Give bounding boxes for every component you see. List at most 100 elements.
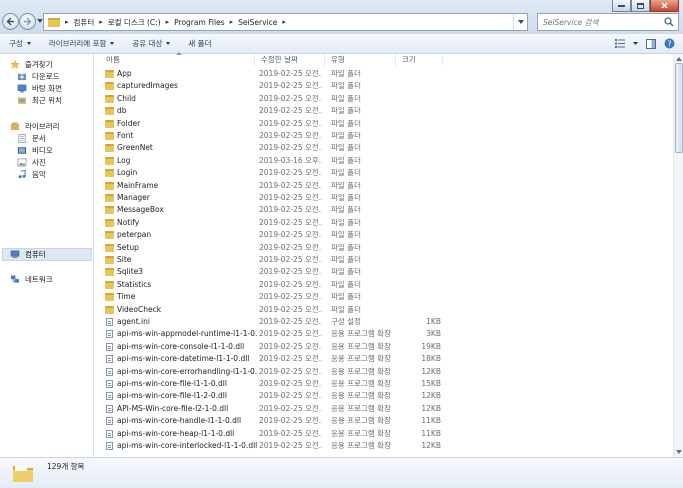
vertical-scrollbar[interactable] (673, 54, 683, 457)
chevron-right-icon[interactable]: ▸ (99, 18, 103, 26)
address-bar[interactable]: ▸ 컴퓨터 ▸ 로컬 디스크 (C:) ▸ Program Files ▸ Se… (43, 13, 528, 31)
breadcrumb-program-files[interactable]: Program Files (174, 18, 225, 27)
column-date-modified[interactable]: 수정한 날짜 (255, 54, 325, 66)
search-box[interactable] (537, 13, 679, 31)
nav-documents[interactable]: 문서 (17, 133, 46, 144)
close-button[interactable] (650, 0, 679, 12)
folder-row[interactable]: capturedImages 2019-02-25 오전... 파일 폴더 (95, 80, 673, 92)
folder-row[interactable]: Font 2019-02-25 오전... 파일 폴더 (95, 130, 673, 142)
view-options-icon[interactable] (615, 39, 625, 48)
forward-button[interactable] (19, 13, 36, 30)
file-row[interactable]: api-ms-win-core-errorhandling-l1-1-0.dll… (95, 366, 673, 378)
folder-row[interactable]: Site 2019-02-25 오전... 파일 폴더 (95, 254, 673, 266)
folder-row[interactable]: db 2019-02-25 오전... 파일 폴더 (95, 105, 673, 117)
nav-favorites[interactable]: 즐겨찾기 (10, 59, 53, 70)
file-name: api-ms-win-core-datetime-l1-1-0.dll (117, 354, 250, 364)
column-size[interactable]: 크기 (396, 54, 443, 66)
minimize-button[interactable] (612, 0, 631, 12)
share-with-button[interactable]: 공유 대상 (123, 34, 179, 53)
nav-libraries[interactable]: 라이브러리 (10, 121, 60, 132)
file-row[interactable]: api-ms-win-core-console-l1-1-0.dll 2019-0… (95, 341, 673, 353)
chevron-right-icon[interactable]: ▸ (65, 18, 69, 26)
file-size (401, 242, 441, 254)
folder-row[interactable]: App 2019-02-25 오전... 파일 폴더 (95, 68, 673, 80)
nav-downloads[interactable]: 다운로드 (17, 71, 60, 82)
nav-downloads-label: 다운로드 (32, 72, 60, 81)
preview-pane-icon[interactable] (646, 38, 656, 49)
folder-row[interactable]: MessageBox 2019-02-25 오전... 파일 폴더 (95, 204, 673, 216)
file-size (401, 204, 441, 216)
nav-videos[interactable]: 비디오 (17, 145, 53, 156)
folder-icon (105, 293, 114, 302)
folder-icon (105, 206, 114, 215)
column-type[interactable]: 유형 (325, 54, 396, 66)
file-type: 파일 폴더 (331, 143, 361, 153)
breadcrumb-local-disk[interactable]: 로컬 디스크 (C:) (108, 17, 161, 28)
nav-desktop[interactable]: 바탕 화면 (17, 83, 62, 94)
help-icon[interactable]: ? (664, 38, 675, 49)
chevron-right-icon[interactable]: ▸ (282, 18, 286, 26)
folder-row[interactable]: Log 2019-03-16 오후... 파일 폴더 (95, 155, 673, 167)
scrollbar-thumb[interactable] (675, 63, 683, 153)
file-name: Statistics (117, 279, 152, 289)
search-input[interactable] (543, 15, 663, 29)
folder-row[interactable]: Sqlite3 2019-02-25 오전... 파일 폴더 (95, 266, 673, 278)
scroll-down-arrow-icon[interactable] (676, 450, 682, 454)
folder-row[interactable]: Child 2019-02-25 오전... 파일 폴더 (95, 93, 673, 105)
libraries-icon (10, 122, 20, 131)
nav-music[interactable]: 음악 (17, 169, 46, 180)
new-folder-button[interactable]: 새 폴더 (179, 34, 220, 53)
file-row[interactable]: api-ms-win-core-interlocked-l1-1-0.dll 20… (95, 440, 673, 452)
folder-row[interactable]: Setup 2019-02-25 오전... 파일 폴더 (95, 242, 673, 254)
folder-row[interactable]: Folder 2019-02-25 오전... 파일 폴더 (95, 118, 673, 130)
file-date-modified: 2019-02-25 오전... (259, 304, 322, 314)
file-type: 파일 폴더 (331, 205, 361, 215)
file-size: 18KB (421, 354, 441, 364)
file-type: 파일 폴더 (331, 168, 361, 178)
file-date-modified: 2019-02-25 오전... (259, 143, 322, 153)
folder-row[interactable]: Notify 2019-02-25 오전... 파일 폴더 (95, 217, 673, 229)
file-type: 파일 폴더 (331, 106, 361, 116)
back-button[interactable] (2, 13, 19, 30)
folder-row[interactable]: Login 2019-02-25 오전... 파일 폴더 (95, 167, 673, 179)
folder-row[interactable]: peterpan 2019-02-25 오전... 파일 폴더 (95, 229, 673, 241)
file-size (401, 130, 441, 142)
search-icon[interactable] (664, 17, 674, 27)
folder-row[interactable]: VideoCheck 2019-02-25 오전... 파일 폴더 (95, 304, 673, 316)
nav-network[interactable]: 네트워크 (10, 274, 53, 285)
scroll-up-arrow-icon[interactable] (676, 57, 682, 61)
folder-row[interactable]: Time 2019-02-25 오전... 파일 폴더 (95, 291, 673, 303)
file-row[interactable]: api-ms-win-core-file-l1-2-0.dll 2019-02-2… (95, 390, 673, 402)
folder-row[interactable]: Statistics 2019-02-25 오전... 파일 폴더 (95, 279, 673, 291)
file-row[interactable]: api-ms-win-core-handle-l1-1-0.dll 2019-02… (95, 415, 673, 427)
file-row[interactable]: agent.ini 2019-02-25 오전... 구성 설정 1KB (95, 316, 673, 328)
folder-icon (105, 70, 114, 78)
folder-row[interactable]: Manager 2019-02-25 오전... 파일 폴더 (95, 192, 673, 204)
file-icon (106, 429, 113, 438)
folder-row[interactable]: MainFrame 2019-02-25 오전... 파일 폴더 (95, 180, 673, 192)
file-row[interactable]: api-ms-win-core-heap-l1-1-0.dll 2019-02-2… (95, 428, 673, 440)
nav-recent-places[interactable]: 최근 위치 (17, 95, 62, 106)
file-row[interactable]: api-ms-win-core-file-l1-1-0.dll 2019-02-2… (95, 378, 673, 390)
nav-computer[interactable]: 컴퓨터 (10, 249, 46, 260)
breadcrumb-seiservice[interactable]: SeiService (238, 18, 277, 27)
file-row[interactable]: API-MS-Win-core-file-l2-1-0.dll 2019-02-2… (95, 403, 673, 415)
file-date-modified: 2019-02-25 오전... (259, 341, 322, 351)
file-row[interactable]: api-ms-win-core-datetime-l1-1-0.dll 2019-… (95, 353, 673, 365)
file-size: 19KB (421, 341, 441, 351)
include-in-library-button[interactable]: 라이브러리에 포함 (40, 34, 124, 53)
column-name[interactable]: 이름 (95, 54, 255, 66)
organize-button[interactable]: 구성 (0, 34, 40, 53)
file-icon (106, 330, 113, 339)
file-row[interactable]: api-ms-win-appmodel-runtime-l1-1-0.dll 20… (95, 328, 673, 340)
address-history-dropdown[interactable] (513, 14, 527, 30)
minimize-icon (618, 5, 625, 7)
maximize-button[interactable] (631, 0, 650, 12)
breadcrumb-computer[interactable]: 컴퓨터 (74, 17, 95, 28)
folder-row[interactable]: GreenNet 2019-02-25 오전... 파일 폴더 (95, 142, 673, 154)
chevron-right-icon[interactable]: ▸ (166, 18, 170, 26)
chevron-right-icon[interactable]: ▸ (230, 18, 234, 26)
nav-pictures[interactable]: 사진 (17, 157, 46, 168)
file-type: 파일 폴더 (331, 279, 361, 289)
chevron-down-icon[interactable] (633, 42, 638, 45)
